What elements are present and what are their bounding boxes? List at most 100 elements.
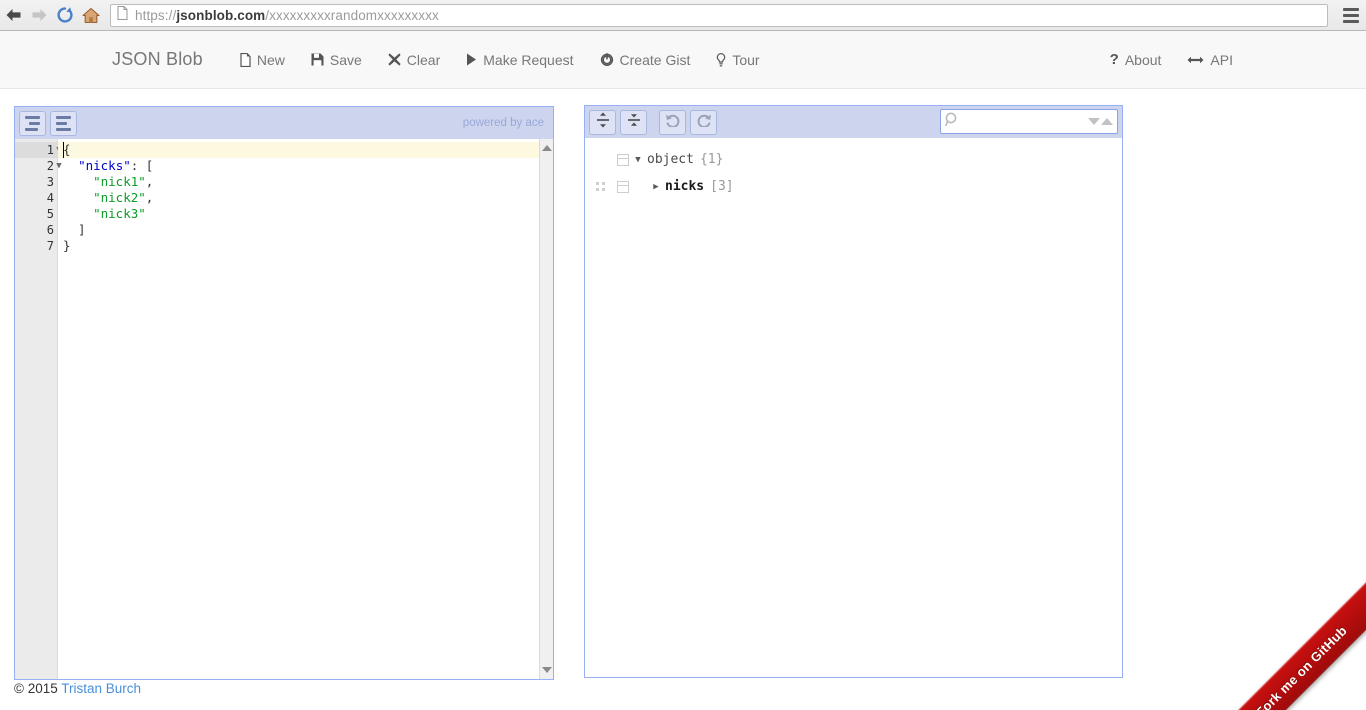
tree-rows: ▼ object {1} ▶ nicks [3] (585, 138, 1122, 200)
editor-gutter: 1▼2▼3 4 5 6 7 (15, 139, 62, 679)
author-link[interactable]: Tristan Burch (61, 681, 141, 696)
scroll-down-button[interactable] (540, 663, 554, 677)
drag-handle-icon[interactable] (592, 182, 608, 191)
line-number: 2 (46, 159, 54, 173)
code-line-6[interactable]: ] (58, 222, 553, 238)
fork-me-ribbon[interactable]: Fork me on GitHub (1216, 577, 1366, 710)
nav-item-save-label: Save (329, 51, 362, 68)
address-bar[interactable]: https://jsonblob.com/xxxxxxxxxrandomxxxx… (110, 3, 1328, 27)
url-path: /xxxxxxxxxrandomxxxxxxxxx (265, 7, 439, 23)
line-number: 3 (46, 175, 54, 189)
tree-row-count: {1} (699, 152, 724, 167)
code-token: , (145, 190, 154, 205)
fork-me-ribbon-label: Fork me on GitHub (1252, 622, 1350, 710)
nav-item-about[interactable]: ? About (1097, 38, 1175, 82)
arrow-left-icon (5, 8, 22, 22)
nav-item-create-gist[interactable]: Create Gist (587, 38, 704, 82)
nav-item-new[interactable]: New (227, 38, 298, 82)
gutter-line-2[interactable]: 2 ▼ (15, 158, 62, 174)
nav-item-save[interactable]: Save (298, 38, 375, 82)
play-icon (466, 53, 477, 66)
nav-item-make-request-label: Make Request (483, 51, 574, 68)
nav-item-create-gist-label: Create Gist (619, 51, 691, 68)
nav-item-about-label: About (1124, 51, 1162, 68)
line-number: 1 (46, 143, 54, 157)
search-prev-icon[interactable] (1101, 118, 1113, 125)
gutter-line-4[interactable]: 4 (15, 190, 57, 206)
field-type-icon[interactable] (617, 180, 629, 193)
tree-row[interactable]: ▼ object {1} (585, 146, 1122, 173)
collapse-all-button[interactable] (620, 109, 647, 135)
app-navbar: JSON Blob New Save Clear Make Request Cr… (0, 31, 1366, 89)
redo-button[interactable] (690, 109, 717, 135)
chevron-right-icon[interactable]: ▶ (647, 182, 665, 192)
file-icon (240, 52, 251, 67)
lightbulb-icon (716, 52, 726, 67)
nav-item-clear[interactable]: Clear (375, 38, 453, 82)
page-icon (117, 5, 128, 25)
gutter-line-5[interactable]: 5 (15, 206, 57, 222)
code-line-4[interactable]: "nick2", (58, 190, 553, 206)
gutter-line-3[interactable]: 3 (15, 174, 57, 190)
code-line-5[interactable]: "nick3" (58, 206, 553, 222)
gutter-line-6[interactable]: 6 (15, 222, 57, 238)
code-token: } (63, 238, 71, 253)
url-scheme: https:// (135, 7, 177, 23)
address-bar-text: https://jsonblob.com/xxxxxxxxxrandomxxxx… (135, 8, 439, 23)
hamburger-menu-icon (1343, 7, 1359, 11)
back-button[interactable] (0, 2, 26, 28)
line-number: 7 (46, 239, 54, 253)
gutter-line-7[interactable]: 7 (15, 238, 57, 254)
reload-icon (56, 6, 74, 24)
tree-row-label: object (647, 152, 694, 167)
editor-body[interactable]: 1▼2▼3 4 5 6 7 { "nicks": [ "nick1", "nick2",… (15, 139, 553, 679)
tree-search-box[interactable] (940, 109, 1118, 134)
home-icon (82, 7, 100, 24)
nav-item-tour[interactable]: Tour (703, 38, 772, 82)
tree-row[interactable]: ▶ nicks [3] (585, 173, 1122, 200)
code-token: "nick2" (93, 190, 146, 205)
nav-item-api[interactable]: API (1174, 38, 1246, 82)
gutter-line-1[interactable]: 1▼ (15, 142, 62, 158)
code-line-2[interactable]: "nicks": [ (58, 158, 553, 174)
arrow-right-icon (31, 8, 48, 22)
code-line-7[interactable]: } (58, 238, 553, 254)
code-token: "nicks" (78, 158, 131, 173)
json-editor-panel: powered by ace 1▼2▼3 4 5 6 7 { "nicks": [ "n… (14, 106, 554, 680)
compact-json-button[interactable] (50, 110, 77, 136)
forward-button[interactable] (26, 2, 52, 28)
editor-vertical-scrollbar[interactable] (539, 139, 553, 679)
tree-row-count: [3] (710, 179, 734, 194)
nav-item-tour-label: Tour (732, 51, 760, 68)
browser-menu-button[interactable] (1336, 0, 1366, 31)
scroll-up-button[interactable] (540, 141, 554, 155)
nav-item-clear-label: Clear (406, 51, 441, 68)
field-type-icon[interactable] (617, 153, 629, 166)
url-domain: jsonblob.com (176, 7, 266, 23)
line-number: 4 (46, 191, 54, 205)
home-button[interactable] (78, 2, 104, 28)
reload-button[interactable] (52, 2, 78, 28)
line-number: 5 (46, 207, 54, 221)
tree-search-input[interactable] (964, 113, 1088, 130)
editor-code-area[interactable]: { "nicks": [ "nick1", "nick2", "nick3" ]… (58, 139, 553, 679)
search-next-icon[interactable] (1088, 118, 1100, 125)
browser-toolbar: https://jsonblob.com/xxxxxxxxxrandomxxxx… (0, 0, 1366, 31)
chevron-down-icon[interactable]: ▼ (629, 155, 647, 165)
code-line-3[interactable]: "nick1", (58, 174, 553, 190)
nav-menu-right: ? About API (1097, 38, 1246, 82)
nav-item-make-request[interactable]: Make Request (453, 38, 586, 82)
undo-button[interactable] (659, 109, 686, 135)
nav-item-api-label: API (1210, 51, 1233, 68)
code-token: : [ (130, 158, 154, 173)
brand-title[interactable]: JSON Blob (112, 49, 203, 70)
code-line-1[interactable]: { (58, 142, 553, 158)
nav-item-new-label: New (256, 51, 285, 68)
github-alt-icon (600, 52, 614, 67)
format-json-button[interactable] (19, 110, 46, 136)
editor-toolbar: powered by ace (15, 107, 553, 139)
expand-all-button[interactable] (589, 109, 616, 135)
